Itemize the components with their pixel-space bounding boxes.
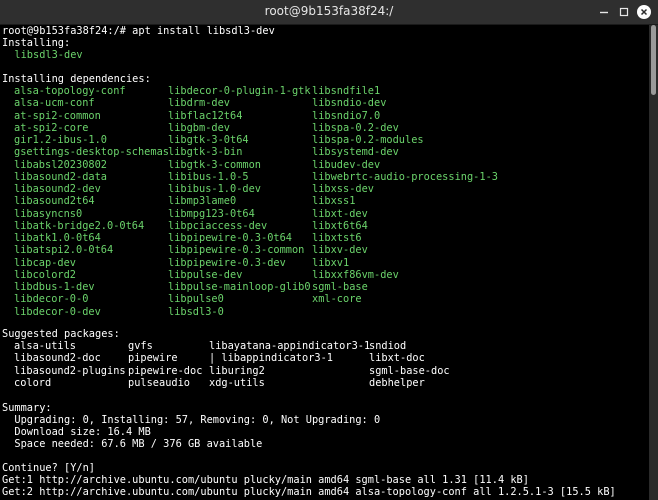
dependency-package: libgbm-dev (168, 121, 230, 134)
summary-line: Upgrading: 0, Installing: 57, Removing: … (2, 414, 381, 426)
suggested-package: sndiod (369, 340, 407, 352)
dependency-package: sgml-base (312, 281, 368, 293)
suggested-package: libasound2-doc (14, 352, 101, 365)
suggested-package: pipewire-doc (128, 364, 203, 377)
dependency-package: libsdl3-0 (168, 305, 224, 318)
get-line: Get:2 http://archive.ubuntu.com/ubuntu p… (2, 486, 616, 498)
close-icon (640, 8, 648, 16)
dependency-package: libpipewire-0.3-common (168, 244, 305, 257)
summary-line: Space needed: 67.6 MB / 376 GB available (2, 438, 263, 450)
dependency-package: libpipewire-0.3-dev (168, 256, 286, 269)
dependency-package: libudev-dev (312, 158, 381, 171)
dependency-package: libibus-1.0-dev (168, 183, 261, 195)
minimize-icon (600, 11, 608, 14)
suggested-package: gvfs (128, 340, 153, 352)
dependency-package: xml-core (312, 293, 362, 306)
dependency-package: libsndfile1 (312, 85, 381, 97)
dependency-package: libgtk-3-common (168, 158, 261, 171)
title-bar[interactable]: root@9b153fa38f24:/ (0, 0, 658, 25)
suggested-package: debhelper (369, 376, 425, 389)
dependency-package: libpulse-mainloop-glib0 (168, 281, 311, 293)
suggested-package: libxt-doc (369, 352, 425, 365)
dependency-package: at-spi2-common (14, 109, 101, 122)
dependency-package: libxv-dev (312, 244, 368, 257)
dependency-package: libcap-dev (14, 256, 76, 269)
dependency-package: libabsl20230802 (14, 158, 107, 171)
deps-header: Installing dependencies: (2, 73, 151, 85)
dependency-package: libibus-1.0-5 (168, 170, 249, 183)
dependency-package: gsettings-desktop-schemas (14, 146, 169, 159)
command-line: root@9b153fa38f24:/# apt install libsdl3… (2, 25, 275, 37)
dependency-package: libsndio-dev (312, 97, 387, 110)
suggested-package: libayatana-appindicator3-1 (209, 340, 371, 352)
installing-header: Installing: (2, 37, 71, 49)
dependency-package: libpulse0 (168, 293, 224, 306)
maximize-icon (619, 7, 629, 17)
dependency-package: libgtk-3-bin (168, 146, 243, 159)
dependency-package: gir1.2-ibus-1.0 (14, 134, 107, 146)
dependency-package: libasyncns0 (14, 207, 83, 220)
suggested-package: xdg-utils (209, 376, 265, 389)
dependency-package: libpciaccess-dev (168, 219, 268, 232)
suggested-package: sgml-base-doc (369, 364, 450, 377)
scrollbar[interactable] (649, 25, 658, 500)
continue-prompt: Continue? [Y/n] (2, 462, 95, 474)
dependency-package: alsa-topology-conf (14, 85, 126, 97)
dependency-package: libxt6t64 (312, 219, 368, 232)
dependency-package: libatk1.0-0t64 (14, 232, 101, 244)
dependency-package: libmpg123-0t64 (168, 207, 255, 220)
dependency-package: libdrm-dev (168, 97, 230, 110)
dependency-package: libxss1 (312, 195, 356, 208)
dependency-package: libdecor-0-0 (14, 293, 89, 306)
suggested-package: alsa-utils (14, 340, 76, 352)
dependency-package: libspa-0.2-dev (312, 121, 399, 134)
summary-line: Download size: 16.4 MB (2, 426, 151, 438)
dependency-package: libsystemd-dev (312, 146, 399, 159)
suggested-header: Suggested packages: (2, 328, 120, 340)
dependency-package: libxss-dev (312, 183, 374, 195)
dependency-package: libsndio7.0 (312, 109, 381, 122)
maximize-button[interactable] (616, 4, 632, 20)
dependency-package: libpipewire-0.3-0t64 (168, 232, 292, 244)
terminal-output[interactable]: root@9b153fa38f24:/# apt install libsdl3… (2, 25, 648, 500)
suggested-package: colord (14, 376, 52, 389)
summary-header: Summary: (2, 402, 52, 414)
suggested-package: pipewire (128, 352, 178, 365)
dependency-package: alsa-ucm-conf (14, 97, 95, 110)
suggested-package: libasound2-plugins (14, 364, 126, 377)
dependency-package: libdecor-0-dev (14, 305, 101, 318)
dependency-package: libxxf86vm-dev (312, 268, 399, 281)
get-line: Get:1 http://archive.ubuntu.com/ubuntu p… (2, 474, 529, 486)
suggested-package: | libappindicator3-1 (209, 352, 333, 365)
scrollbar-thumb[interactable] (651, 25, 656, 95)
dependency-package: libxt-dev (312, 207, 368, 220)
dependency-package: libdecor-0-plugin-1-gtk (168, 85, 311, 97)
dependency-package: libmp3lame0 (168, 195, 237, 208)
dependency-package: libgtk-3-0t64 (168, 134, 249, 146)
suggested-package: liburing2 (209, 364, 265, 377)
dependency-package: libwebrtc-audio-processing-1-3 (312, 170, 498, 183)
terminal-window: root@9b153fa38f24:/ root@9b153fa38f24:/#… (0, 0, 658, 500)
dependency-package: libasound2t64 (14, 195, 95, 208)
dependency-package: libasound2-data (14, 170, 107, 183)
dependency-package: libspa-0.2-modules (312, 134, 424, 146)
close-button[interactable] (636, 4, 652, 20)
installing-package: libsdl3-dev (2, 49, 83, 61)
dependency-package: at-spi2-core (14, 121, 89, 134)
dependency-package: libatspi2.0-0t64 (14, 244, 114, 257)
dependency-package: libatk-bridge2.0-0t64 (14, 219, 145, 232)
dependency-package: libdbus-1-dev (14, 281, 95, 293)
window-title: root@9b153fa38f24:/ (264, 4, 394, 18)
dependency-package: libxtst6 (312, 232, 362, 244)
dependency-package: libflac12t64 (168, 109, 243, 122)
dependency-package: libasound2-dev (14, 183, 101, 195)
dependency-package: libxv1 (312, 256, 350, 269)
dependency-package: libcolord2 (14, 268, 76, 281)
dependency-package: libpulse-dev (168, 268, 243, 281)
suggested-package: pulseaudio (128, 376, 190, 389)
minimize-button[interactable] (596, 4, 612, 20)
